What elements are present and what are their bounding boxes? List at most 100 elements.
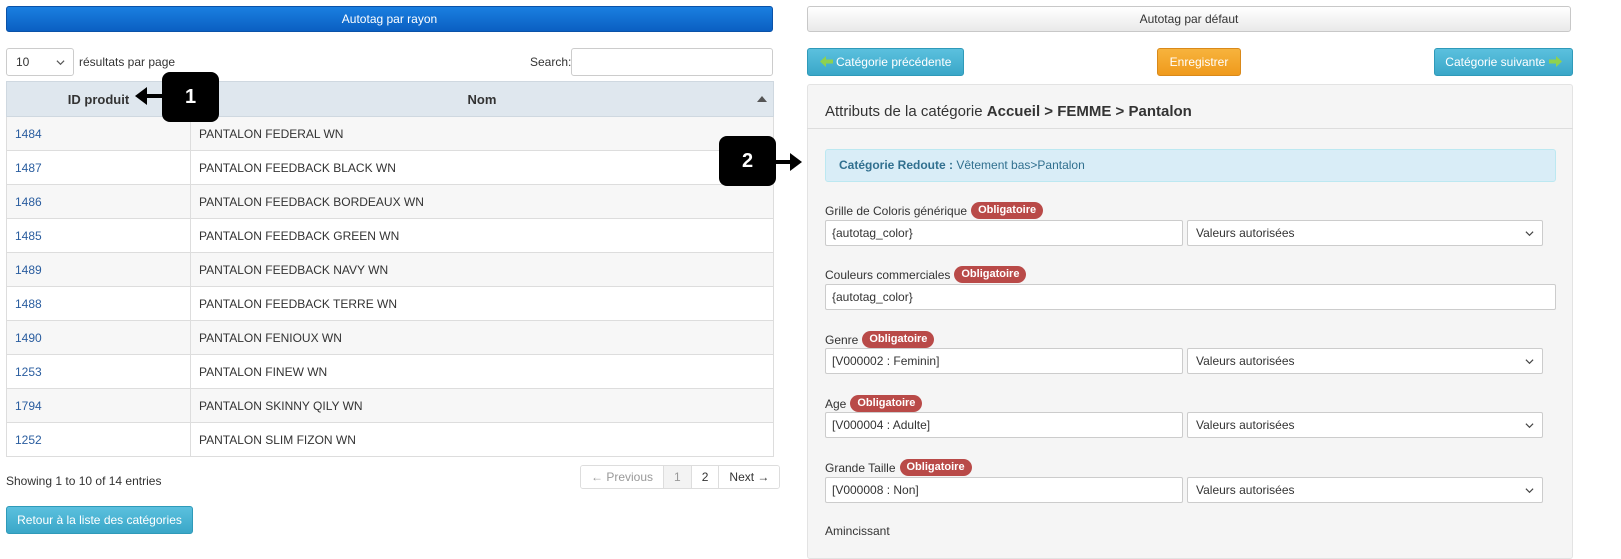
product-id[interactable]: 1488: [6, 286, 191, 321]
select-value: Valeurs autorisées: [1196, 418, 1295, 432]
required-badge: Obligatoire: [899, 459, 972, 476]
product-id[interactable]: 1485: [6, 218, 191, 253]
chevron-down-icon: [1525, 423, 1534, 429]
product-id[interactable]: 1487: [6, 150, 191, 185]
next-category-button[interactable]: Catégorie suivante: [1434, 48, 1573, 76]
product-id[interactable]: 1252: [6, 422, 191, 457]
showing-entries-text: Showing 1 to 10 of 14 entries: [6, 474, 162, 488]
column-header-nom[interactable]: Nom: [190, 81, 774, 117]
panel-title: Attributs de la catégorie Accueil > FEMM…: [825, 103, 1192, 120]
panel-title-path: Accueil > FEMME > Pantalon: [986, 103, 1192, 120]
per-page-value: 10: [16, 55, 30, 69]
autotag-defaut-button[interactable]: Autotag par défaut: [807, 6, 1571, 32]
field-label-text: Age: [825, 396, 847, 411]
per-page-label: résultats par page: [79, 55, 176, 69]
previous-category-button[interactable]: Catégorie précédente: [807, 48, 964, 76]
grille-coloris-allowed-values-select[interactable]: Valeurs autorisées: [1187, 220, 1543, 246]
pagination-previous[interactable]: ← Previous: [581, 466, 665, 488]
search-input[interactable]: [571, 48, 773, 76]
product-name: PANTALON FEEDBACK BLACK WN: [190, 150, 774, 185]
product-name: PANTALON FEEDBACK BORDEAUX WN: [190, 184, 774, 219]
field-label-amincissant: Amincissant: [825, 524, 890, 538]
couleurs-commerciales-input[interactable]: {autotag_color}: [825, 284, 1556, 310]
select-value: Valeurs autorisées: [1196, 354, 1295, 368]
product-name: PANTALON FINEW WN: [190, 354, 774, 389]
product-id[interactable]: 1794: [6, 388, 191, 423]
field-label-text: Genre: [825, 332, 859, 347]
table-row[interactable]: 1484 PANTALON FEDERAL WN: [6, 116, 774, 151]
column-header-nom-label: Nom: [467, 91, 497, 107]
pagination-page-1[interactable]: 1: [664, 466, 692, 488]
arrow-right-icon: [1548, 56, 1562, 67]
table-row[interactable]: 1252 PANTALON SLIM FIZON WN: [6, 422, 774, 457]
callout-2-arrow-shaft: [776, 160, 791, 164]
product-name: PANTALON FEDERAL WN: [190, 116, 774, 151]
previous-category-label: Catégorie précédente: [835, 55, 952, 69]
info-value: Vêtement bas>Pantalon: [953, 158, 1085, 172]
per-page-select[interactable]: 10: [6, 48, 74, 76]
callout-1: 1: [162, 72, 219, 122]
products-table: ID produit Nom 1484 PANTALON FEDERAL WN 1…: [6, 81, 774, 457]
arrow-left-icon: [819, 56, 833, 67]
pagination: ← Previous 1 2 Next →: [580, 465, 781, 489]
search-label: Search:: [530, 55, 572, 69]
select-value: Valeurs autorisées: [1196, 483, 1295, 497]
autotag-rayon-button[interactable]: Autotag par rayon: [6, 6, 773, 32]
callout-2-arrow-icon: [790, 153, 802, 171]
field-label-text: Grille de Coloris générique: [825, 203, 968, 218]
required-badge: Obligatoire: [971, 202, 1044, 219]
grille-coloris-input[interactable]: {autotag_color}: [825, 220, 1183, 246]
pagination-next[interactable]: Next →: [719, 466, 780, 488]
chevron-down-icon: [1525, 231, 1534, 237]
callout-2: 2: [719, 136, 776, 186]
table-row[interactable]: 1490 PANTALON FENIOUX WN: [6, 320, 774, 355]
product-name: PANTALON FEEDBACK NAVY WN: [190, 252, 774, 287]
product-name: PANTALON FEEDBACK GREEN WN: [190, 218, 774, 253]
table-row[interactable]: 1489 PANTALON FEEDBACK NAVY WN: [6, 252, 774, 287]
field-label-genre: Genre Obligatoire: [825, 331, 935, 348]
panel-title-prefix: Attributs de la catégorie: [825, 103, 987, 120]
callout-1-arrow-shaft: [146, 94, 163, 98]
product-id[interactable]: 1489: [6, 252, 191, 287]
field-label-text: Amincissant: [825, 524, 890, 538]
back-to-categories-button[interactable]: Retour à la liste des catégories: [6, 506, 193, 534]
field-label-text: Grande Taille: [825, 460, 896, 475]
field-label-grande-taille: Grande Taille Obligatoire: [825, 459, 972, 476]
table-row[interactable]: 1794 PANTALON SKINNY QILY WN: [6, 388, 774, 423]
table-row[interactable]: 1488 PANTALON FEEDBACK TERRE WN: [6, 286, 774, 321]
pagination-page-2[interactable]: 2: [691, 466, 720, 488]
age-input[interactable]: [V000004 : Adulte]: [825, 412, 1183, 438]
chevron-down-icon: [1525, 359, 1534, 365]
product-id[interactable]: 1253: [6, 354, 191, 389]
product-id[interactable]: 1490: [6, 320, 191, 355]
age-allowed-values-select[interactable]: Valeurs autorisées: [1187, 412, 1543, 438]
next-category-label: Catégorie suivante: [1445, 55, 1546, 69]
product-name: PANTALON FENIOUX WN: [190, 320, 774, 355]
save-button[interactable]: Enregistrer: [1157, 48, 1241, 76]
redoute-category-info: Catégorie Redoute : Vêtement bas>Pantalo…: [825, 149, 1556, 182]
field-label-couleurs-commerciales: Couleurs commerciales Obligatoire: [825, 266, 1027, 283]
select-value: Valeurs autorisées: [1196, 226, 1295, 240]
sort-asc-icon: [757, 96, 767, 102]
callout-2-label: 2: [741, 150, 754, 172]
field-label-text: Couleurs commerciales: [825, 267, 951, 282]
table-row[interactable]: 1487 PANTALON FEEDBACK BLACK WN: [6, 150, 774, 185]
field-label-grille-coloris: Grille de Coloris générique Obligatoire: [825, 202, 1044, 219]
chevron-down-icon: [56, 60, 65, 66]
chevron-down-icon: [1525, 488, 1534, 494]
table-row[interactable]: 1486 PANTALON FEEDBACK BORDEAUX WN: [6, 184, 774, 219]
required-badge: Obligatoire: [862, 331, 935, 348]
product-id[interactable]: 1484: [6, 116, 191, 151]
product-name: PANTALON SLIM FIZON WN: [190, 422, 774, 457]
grande-taille-input[interactable]: [V000008 : Non]: [825, 477, 1183, 503]
required-badge: Obligatoire: [954, 266, 1027, 283]
required-badge: Obligatoire: [850, 395, 923, 412]
table-row[interactable]: 1253 PANTALON FINEW WN: [6, 354, 774, 389]
genre-allowed-values-select[interactable]: Valeurs autorisées: [1187, 348, 1543, 374]
product-name: PANTALON SKINNY QILY WN: [190, 388, 774, 423]
genre-input[interactable]: [V000002 : Feminin]: [825, 348, 1183, 374]
product-id[interactable]: 1486: [6, 184, 191, 219]
callout-1-label: 1: [184, 86, 197, 108]
grande-taille-allowed-values-select[interactable]: Valeurs autorisées: [1187, 477, 1543, 503]
table-row[interactable]: 1485 PANTALON FEEDBACK GREEN WN: [6, 218, 774, 253]
